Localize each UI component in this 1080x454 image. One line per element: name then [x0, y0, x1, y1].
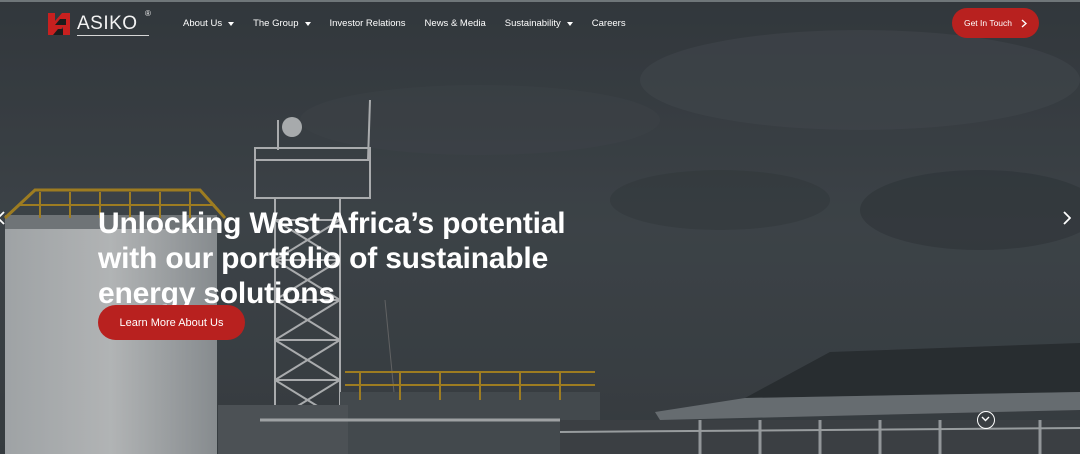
chevron-right-icon	[1063, 211, 1072, 225]
top-border	[0, 0, 1080, 2]
caret-down-icon	[566, 22, 573, 26]
get-in-touch-button[interactable]: Get In Touch	[952, 8, 1039, 38]
nav-item-label: Investor Relations	[329, 18, 406, 29]
nav-item-about-us[interactable]: About Us	[183, 17, 235, 31]
nav-item-sustainability[interactable]: Sustainability	[505, 17, 573, 31]
logo[interactable]: ASIKO ®	[46, 9, 152, 37]
logo-underline	[77, 35, 149, 36]
hero-headline-line: with our portfolio of sustainable	[98, 242, 549, 275]
logo-wordmark: ASIKO	[77, 13, 138, 34]
nav-item-label: Sustainability	[504, 18, 561, 29]
nav-item-label: The Group	[253, 18, 299, 29]
nav-item-news-media[interactable]: News & Media	[425, 17, 486, 31]
nav-item-label: About Us	[183, 18, 223, 29]
caret-down-icon	[228, 22, 235, 26]
chevron-right-icon	[1021, 18, 1028, 28]
asiko-logo-icon	[48, 13, 70, 35]
nav-item-label: News & Media	[424, 18, 486, 29]
nav-item-the-group[interactable]: The Group	[253, 17, 311, 31]
main-nav: About Us The Group Investor Relations Ne…	[183, 16, 645, 32]
chevron-down-icon	[981, 416, 990, 422]
slider-next-button[interactable]	[1063, 211, 1072, 229]
nav-item-label: Careers	[591, 18, 626, 29]
hero-headline: Unlocking West Africa’s potential with o…	[98, 206, 618, 311]
hero-headline-line: Unlocking West Africa’s potential	[98, 207, 566, 240]
learn-more-button[interactable]: Learn More About Us	[98, 305, 245, 340]
chevron-left-icon	[0, 211, 5, 225]
slider-prev-button[interactable]	[0, 211, 5, 229]
get-in-touch-label: Get In Touch	[963, 18, 1013, 28]
nav-item-investor-relations[interactable]: Investor Relations	[330, 17, 406, 31]
nav-item-careers[interactable]: Careers	[592, 17, 626, 31]
caret-down-icon	[304, 22, 311, 26]
scroll-down-button[interactable]	[977, 411, 995, 429]
registered-mark: ®	[145, 9, 151, 18]
